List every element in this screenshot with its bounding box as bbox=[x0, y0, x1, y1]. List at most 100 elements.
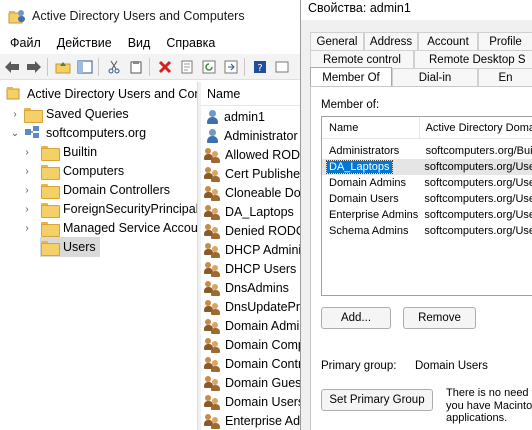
tab-general[interactable]: General bbox=[310, 32, 364, 50]
folder-icon bbox=[41, 202, 60, 218]
list-item[interactable]: DHCP Admini bbox=[201, 240, 300, 259]
tree-item-builtin[interactable]: › Builtin bbox=[22, 142, 97, 162]
tree-root-label: Active Directory Users and Com bbox=[27, 87, 197, 101]
show-console-tree-icon[interactable] bbox=[75, 57, 95, 77]
member-name-cell: Schema Admins bbox=[322, 225, 418, 237]
note-line: There is no need to bbox=[446, 387, 532, 399]
tree-item-computers[interactable]: › Computers bbox=[22, 161, 124, 181]
properties-icon[interactable] bbox=[177, 57, 197, 77]
list-item[interactable]: Enterprise Adr bbox=[201, 411, 300, 430]
tree-item-saved-queries[interactable]: › Saved Queries bbox=[10, 104, 129, 124]
list-item[interactable]: admin1 bbox=[201, 107, 265, 126]
set-primary-group-button[interactable]: Set Primary Group bbox=[321, 389, 433, 411]
column-header-ad-folder[interactable]: Active Directory Doma bbox=[420, 122, 532, 134]
member-name: Domain Users bbox=[329, 193, 399, 205]
list-item[interactable]: DnsAdmins bbox=[201, 278, 289, 297]
list-item[interactable]: Denied RODC bbox=[201, 221, 300, 240]
window-title: Active Directory Users and Computers bbox=[32, 9, 245, 23]
list-item-label: DHCP Admini bbox=[225, 242, 300, 257]
dialog-title: Свойства: admin1 bbox=[301, 0, 532, 20]
list-item[interactable]: Cert Publisher bbox=[201, 164, 300, 183]
toolbar-separator bbox=[47, 57, 48, 76]
tree-item-label: Saved Queries bbox=[46, 107, 129, 121]
member-of-label: Member of: bbox=[321, 99, 380, 111]
cut-icon[interactable] bbox=[104, 57, 124, 77]
forward-arrow-icon[interactable] bbox=[24, 57, 44, 77]
list-item[interactable]: Domain Contr bbox=[201, 354, 300, 373]
list-item[interactable]: DHCP Users bbox=[201, 259, 296, 278]
member-row[interactable]: Schema Admins softcomputers.org/Use bbox=[322, 223, 532, 239]
up-folder-icon[interactable] bbox=[53, 57, 73, 77]
chevron-down-icon[interactable]: ⌄ bbox=[10, 128, 20, 139]
member-row[interactable]: DA_Laptops softcomputers.org/Use bbox=[322, 159, 532, 175]
group-icon bbox=[204, 261, 222, 277]
list-item[interactable]: Domain Admi bbox=[201, 316, 299, 335]
folder-icon bbox=[41, 183, 60, 199]
add-button[interactable]: Add... bbox=[321, 307, 391, 329]
help-icon[interactable]: ? bbox=[250, 57, 270, 77]
note-line: applications. bbox=[446, 412, 508, 424]
member-row[interactable]: Domain Admins softcomputers.org/Use bbox=[322, 175, 532, 191]
list-item-label: Domain Admi bbox=[225, 318, 300, 333]
tree-item-managed-service-accounts[interactable]: › Managed Service Accoun bbox=[22, 218, 197, 238]
menu-action[interactable]: Действие bbox=[57, 36, 112, 50]
column-header-name[interactable]: Name bbox=[322, 117, 420, 139]
tab-address[interactable]: Address bbox=[364, 32, 418, 50]
member-row[interactable]: Enterprise Admins softcomputers.org/Use bbox=[322, 207, 532, 223]
chevron-right-icon[interactable]: › bbox=[22, 204, 32, 215]
tab-environment[interactable]: En bbox=[478, 68, 532, 86]
member-name: Schema Admins bbox=[329, 225, 409, 237]
chevron-right-icon[interactable]: › bbox=[22, 166, 32, 177]
tab-row-3: Member Of Dial-in En bbox=[310, 67, 532, 87]
chevron-right-icon[interactable]: › bbox=[22, 147, 32, 158]
tree-item-domain[interactable]: ⌄ softcomputers.org bbox=[10, 123, 146, 143]
member-row[interactable]: Administrators softcomputers.org/Buil bbox=[322, 143, 532, 159]
list-item-label: DnsAdmins bbox=[225, 280, 289, 295]
tab-profile[interactable]: Profile bbox=[478, 32, 532, 50]
tree-item-domain-controllers[interactable]: › Domain Controllers bbox=[22, 180, 170, 200]
tab-remote-control[interactable]: Remote control bbox=[310, 50, 414, 68]
clipboard-icon[interactable] bbox=[126, 57, 146, 77]
list-item[interactable]: Domain Comp bbox=[201, 335, 300, 354]
tree-root[interactable]: Active Directory Users and Com bbox=[6, 84, 197, 104]
chevron-right-icon[interactable]: › bbox=[10, 109, 20, 120]
menu-view[interactable]: Вид bbox=[128, 36, 151, 50]
console-icon[interactable] bbox=[272, 57, 292, 77]
group-icon bbox=[204, 204, 222, 220]
toolbar: ? bbox=[0, 54, 300, 80]
delete-icon[interactable] bbox=[155, 57, 175, 77]
member-row[interactable]: Domain Users softcomputers.org/Use bbox=[322, 191, 532, 207]
tree-item-users[interactable]: Users bbox=[40, 237, 100, 257]
export-list-icon[interactable] bbox=[221, 57, 241, 77]
list-item[interactable]: Domain Guest bbox=[201, 373, 300, 392]
list-item[interactable]: DnsUpdatePro bbox=[201, 297, 300, 316]
list-item-label: Domain Contr bbox=[225, 356, 300, 371]
member-of-list[interactable]: Name Active Directory Doma Administrator… bbox=[321, 116, 532, 296]
list-item[interactable]: Allowed RODC bbox=[201, 145, 300, 164]
tab-member-of[interactable]: Member Of bbox=[310, 67, 392, 87]
list-item-label: Enterprise Adr bbox=[225, 413, 300, 428]
list-item-label: DA_Laptops bbox=[225, 204, 294, 219]
back-arrow-icon[interactable] bbox=[2, 57, 22, 77]
member-path: softcomputers.org/Use bbox=[424, 161, 532, 173]
menu-file[interactable]: Файл bbox=[10, 36, 41, 50]
list-item[interactable]: Domain Users bbox=[201, 392, 300, 411]
menu-help[interactable]: Справка bbox=[166, 36, 215, 50]
tab-remote-desktop[interactable]: Remote Desktop S bbox=[414, 50, 532, 68]
chevron-right-icon[interactable]: › bbox=[22, 185, 32, 196]
column-header-name[interactable]: Name bbox=[201, 82, 300, 106]
tab-dial-in[interactable]: Dial-in bbox=[392, 68, 478, 86]
tree-item-foreign-security-principals[interactable]: › ForeignSecurityPrincipals bbox=[22, 199, 197, 219]
list-item[interactable]: DA_Laptops bbox=[201, 202, 294, 221]
tab-account[interactable]: Account bbox=[418, 32, 478, 50]
list-item[interactable]: Cloneable Dom bbox=[201, 183, 300, 202]
chevron-right-icon[interactable]: › bbox=[22, 223, 32, 234]
folder-icon bbox=[41, 221, 60, 237]
results-list: Name admin1 Administrator Allowed RODC Cert… bbox=[201, 82, 300, 430]
member-path: softcomputers.org/Buil bbox=[425, 145, 532, 157]
list-item[interactable]: Administrator bbox=[201, 126, 298, 145]
group-icon bbox=[204, 413, 222, 429]
remove-button[interactable]: Remove bbox=[403, 307, 476, 329]
folder-icon bbox=[24, 107, 43, 123]
refresh-icon[interactable] bbox=[199, 57, 219, 77]
